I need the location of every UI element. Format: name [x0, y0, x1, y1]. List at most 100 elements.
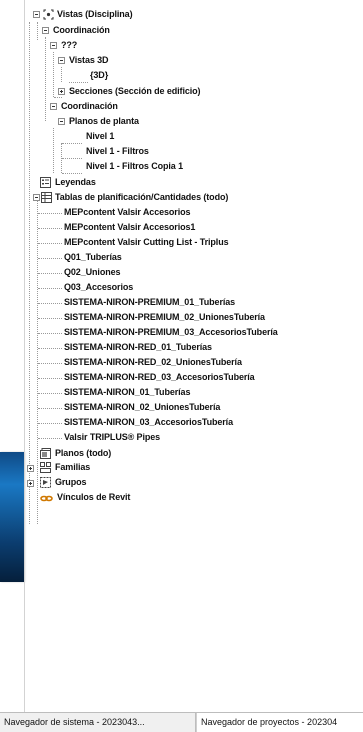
tree-connector	[38, 348, 62, 349]
collapse-toggle[interactable]	[42, 27, 49, 34]
tree-node-label: SISTEMA-NIRON-RED_02_UnionesTubería	[64, 357, 242, 367]
tree-node-label: Leyendas	[55, 177, 96, 187]
tree-node-label: SISTEMA-NIRON_01_Tuberías	[64, 387, 191, 397]
list-item-schedule[interactable]: SISTEMA-NIRON_02_UnionesTubería	[64, 400, 220, 415]
expand-toggle[interactable]	[58, 88, 65, 95]
tree-connector	[38, 288, 62, 289]
tree-node-nivel-1-filtros[interactable]: Nivel 1 - Filtros	[86, 144, 149, 159]
tree-node-vistas-3d[interactable]: Vistas 3D	[69, 53, 109, 68]
tree-node-label: Valsir TRIPLUS® Pipes	[64, 432, 161, 442]
tree-node-label: SISTEMA-NIRON_03_AccesoriosTubería	[64, 417, 233, 427]
tree-node-label: MEPcontent Valsir Accesorios	[64, 207, 191, 217]
tree-node-label: SISTEMA-NIRON-RED_01_Tuberías	[64, 342, 212, 352]
tree-connector	[53, 52, 54, 97]
tree-node-label: Nivel 1 - Filtros	[86, 146, 149, 156]
tree-connector	[29, 22, 30, 524]
tab-project-browser[interactable]: Navegador de proyectos - 202304	[196, 713, 363, 732]
list-item-schedule[interactable]: MEPcontent Valsir Accesorios1	[64, 220, 195, 235]
tree-node-label: SISTEMA-NIRON-RED_03_AccesoriosTubería	[64, 372, 255, 382]
tree-connector	[38, 243, 62, 244]
list-item-schedule[interactable]: SISTEMA-NIRON-RED_01_Tuberías	[64, 340, 212, 355]
tree-node-secciones[interactable]: Secciones (Sección de edificio)	[69, 84, 201, 99]
tree-node-coordinacion[interactable]: Coordinación	[53, 23, 110, 38]
tree-connector	[53, 128, 54, 173]
tree-connector	[38, 363, 62, 364]
tree-connector	[38, 318, 62, 319]
tree-node-label: Planos (todo)	[55, 448, 112, 458]
list-item-schedule[interactable]: SISTEMA-NIRON-PREMIUM_03_AccesoriosTuber…	[64, 325, 278, 340]
tree-node-label: MEPcontent Valsir Accesorios1	[64, 222, 196, 232]
tree-connector	[38, 378, 62, 379]
tree-connector	[62, 158, 82, 159]
tree-node-nivel-1-filtros-copia[interactable]: Nivel 1 - Filtros Copia 1	[86, 159, 183, 174]
tree-node-familias[interactable]: Familias	[55, 460, 90, 475]
tree-node-label: Tablas de planificación/Cantidades (todo…	[55, 192, 229, 202]
list-item-schedule[interactable]: SISTEMA-NIRON_03_AccesoriosTubería	[64, 415, 233, 430]
tree-node-label: Vistas 3D	[69, 55, 109, 65]
collapse-toggle[interactable]	[33, 11, 40, 18]
list-item-schedule[interactable]: Q01_Tuberías	[64, 250, 122, 265]
tree-node-grupos[interactable]: Grupos	[55, 475, 87, 490]
expand-toggle[interactable]	[27, 480, 34, 487]
project-browser-tree: Vistas (Disciplina) Coordinación ??? Vis…	[0, 0, 363, 706]
tree-node-label: Planos de planta	[69, 116, 139, 126]
families-icon	[40, 462, 51, 473]
tree-connector	[38, 393, 62, 394]
tree-connector	[38, 303, 62, 304]
expand-toggle[interactable]	[27, 465, 34, 472]
tree-connector	[38, 408, 62, 409]
tree-connector	[38, 438, 62, 439]
list-item-schedule[interactable]: MEPcontent Valsir Cutting List - Triplus	[64, 235, 229, 250]
sheets-icon	[40, 448, 51, 459]
tree-node-label: SISTEMA-NIRON_02_UnionesTubería	[64, 402, 221, 412]
tree-connector	[38, 258, 62, 259]
tree-connector	[45, 37, 46, 121]
collapse-toggle[interactable]	[58, 118, 65, 125]
groups-icon	[40, 477, 51, 488]
tree-node-planos[interactable]: Planos (todo)	[55, 446, 111, 461]
tree-node-label: Secciones (Sección de edificio)	[69, 86, 201, 96]
tree-node-label: Nivel 1	[86, 131, 115, 141]
list-item-schedule[interactable]: SISTEMA-NIRON_01_Tuberías	[64, 385, 190, 400]
browser-tab-bar: Navegador de sistema - 2023043... Navega…	[0, 712, 363, 732]
tree-node-coordinacion[interactable]: Coordinación	[61, 99, 118, 114]
tree-node-tablas[interactable]: Tablas de planificación/Cantidades (todo…	[55, 190, 228, 205]
collapse-toggle[interactable]	[50, 42, 57, 49]
tree-node-label: SISTEMA-NIRON-PREMIUM_01_Tuberías	[64, 297, 236, 307]
list-item-schedule[interactable]: SISTEMA-NIRON-RED_02_UnionesTubería	[64, 355, 242, 370]
tree-node-3d-view[interactable]: {3D}	[90, 68, 108, 83]
tree-connector	[38, 213, 62, 214]
tree-node-label: Vistas (Disciplina)	[57, 9, 133, 19]
tree-connector	[38, 423, 62, 424]
collapse-toggle[interactable]	[58, 57, 65, 64]
list-item-schedule[interactable]: Valsir TRIPLUS® Pipes	[64, 430, 160, 445]
tree-connector	[38, 333, 62, 334]
collapse-toggle[interactable]	[33, 194, 40, 201]
list-item-schedule[interactable]: SISTEMA-NIRON-PREMIUM_02_UnionesTubería	[64, 310, 265, 325]
tree-connector	[62, 173, 82, 174]
tree-node-vistas[interactable]: Vistas (Disciplina)	[57, 7, 133, 22]
tree-node-label: Coordinación	[53, 25, 110, 35]
list-item-schedule[interactable]: Q03_Accesorios	[64, 280, 133, 295]
tree-node-planos-planta[interactable]: Planos de planta	[69, 114, 139, 129]
list-item-schedule[interactable]: Q02_Uniones	[64, 265, 121, 280]
tree-node-label: SISTEMA-NIRON-PREMIUM_03_AccesoriosTuber…	[64, 327, 278, 337]
tab-system-browser[interactable]: Navegador de sistema - 2023043...	[0, 713, 196, 732]
collapse-toggle[interactable]	[50, 103, 57, 110]
tree-node-nivel-1[interactable]: Nivel 1	[86, 129, 114, 144]
tree-node-label: ???	[61, 40, 78, 50]
tree-connector	[38, 273, 62, 274]
tree-node-label: Familias	[55, 462, 91, 472]
list-item-schedule[interactable]: SISTEMA-NIRON-PREMIUM_01_Tuberías	[64, 295, 235, 310]
link-icon	[40, 495, 53, 502]
tree-node-unknown[interactable]: ???	[61, 38, 77, 53]
list-item-schedule[interactable]: SISTEMA-NIRON-RED_03_AccesoriosTubería	[64, 370, 255, 385]
tree-node-vinculos[interactable]: Vínculos de Revit	[57, 490, 130, 505]
tree-node-leyendas[interactable]: Leyendas	[55, 175, 96, 190]
tree-connector	[61, 67, 62, 82]
tree-connector	[38, 228, 62, 229]
tree-connector	[69, 82, 88, 83]
tree-node-label: Coordinación	[61, 101, 118, 111]
tree-node-label: Nivel 1 - Filtros Copia 1	[86, 161, 184, 171]
list-item-schedule[interactable]: MEPcontent Valsir Accesorios	[64, 205, 191, 220]
